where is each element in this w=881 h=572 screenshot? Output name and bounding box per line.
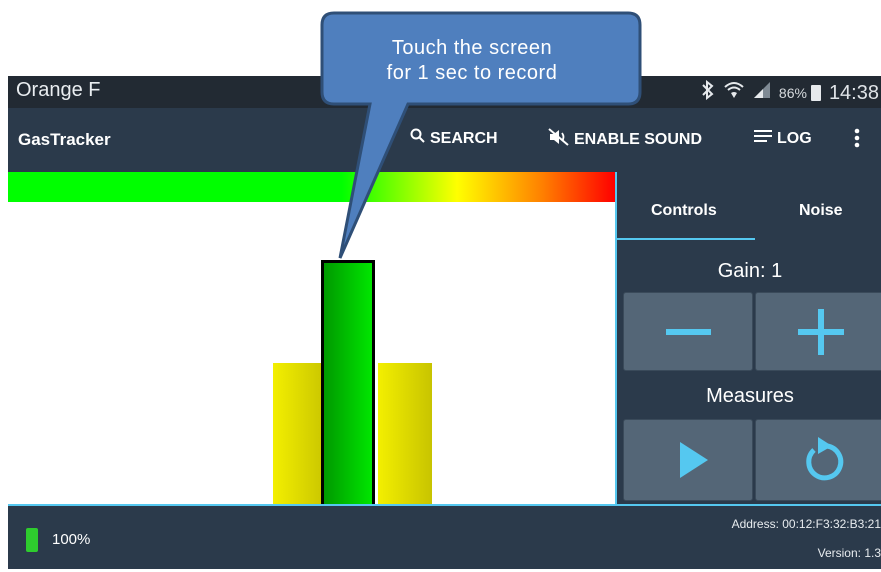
status-icons: 86% 14:38 bbox=[701, 79, 879, 106]
refresh-icon bbox=[756, 437, 881, 504]
active-tab-indicator bbox=[617, 238, 755, 240]
gain-decrease-button[interactable] bbox=[623, 292, 753, 371]
device-address: Address: 00:12:F3:32:B3:21 bbox=[731, 517, 881, 531]
plus-icon bbox=[756, 309, 881, 374]
center-bar bbox=[321, 260, 375, 508]
device-battery-percent: 100% bbox=[52, 531, 91, 548]
battery-percent: 86% bbox=[778, 85, 807, 101]
play-icon bbox=[624, 442, 752, 504]
log-label: LOG bbox=[777, 129, 812, 147]
level-meter bbox=[8, 172, 615, 202]
list-icon bbox=[753, 128, 773, 149]
app-version: Version: 1.3 bbox=[817, 546, 881, 560]
gain-increase-button[interactable] bbox=[755, 292, 881, 371]
app-title: GasTracker bbox=[18, 130, 111, 149]
wifi-icon bbox=[723, 80, 745, 106]
play-button[interactable] bbox=[623, 419, 753, 501]
clock: 14:38 bbox=[828, 81, 879, 104]
control-panel: Controls Noise Gain: 1 Measures bbox=[615, 172, 881, 504]
status-bar: Orange F 86% 14:38 bbox=[8, 76, 881, 108]
measures-label: Measures bbox=[706, 385, 794, 407]
callout-line-1: Touch the screen bbox=[391, 37, 553, 59]
measurement-area[interactable] bbox=[8, 172, 615, 508]
search-label: SEARCH bbox=[430, 129, 498, 147]
signal-icon bbox=[753, 81, 771, 105]
overflow-menu-button[interactable] bbox=[854, 128, 860, 153]
search-button[interactable]: SEARCH bbox=[410, 128, 498, 149]
sound-off-icon bbox=[548, 128, 570, 151]
right-side-bar bbox=[378, 363, 432, 504]
app-bar: GasTracker SEARCH ENABLE SOUND LOG bbox=[8, 108, 881, 172]
more-vert-icon bbox=[854, 128, 860, 153]
log-button[interactable]: LOG bbox=[753, 128, 812, 149]
bluetooth-icon bbox=[701, 79, 715, 106]
minus-icon bbox=[624, 329, 752, 374]
reset-button[interactable] bbox=[755, 419, 881, 501]
left-side-bar bbox=[273, 363, 327, 504]
enable-sound-label: ENABLE SOUND bbox=[574, 130, 703, 148]
carrier-name: Orange F bbox=[16, 79, 101, 101]
enable-sound-button[interactable]: ENABLE SOUND bbox=[548, 128, 702, 151]
bottom-bar: 100% Address: 00:12:F3:32:B3:21 Version:… bbox=[8, 504, 881, 569]
device-battery-icon bbox=[26, 528, 38, 552]
tab-controls[interactable]: Controls bbox=[651, 202, 717, 220]
tab-noise[interactable]: Noise bbox=[799, 202, 843, 220]
battery-icon bbox=[810, 85, 821, 101]
gain-label: Gain: 1 bbox=[717, 260, 783, 282]
search-icon bbox=[410, 128, 426, 149]
